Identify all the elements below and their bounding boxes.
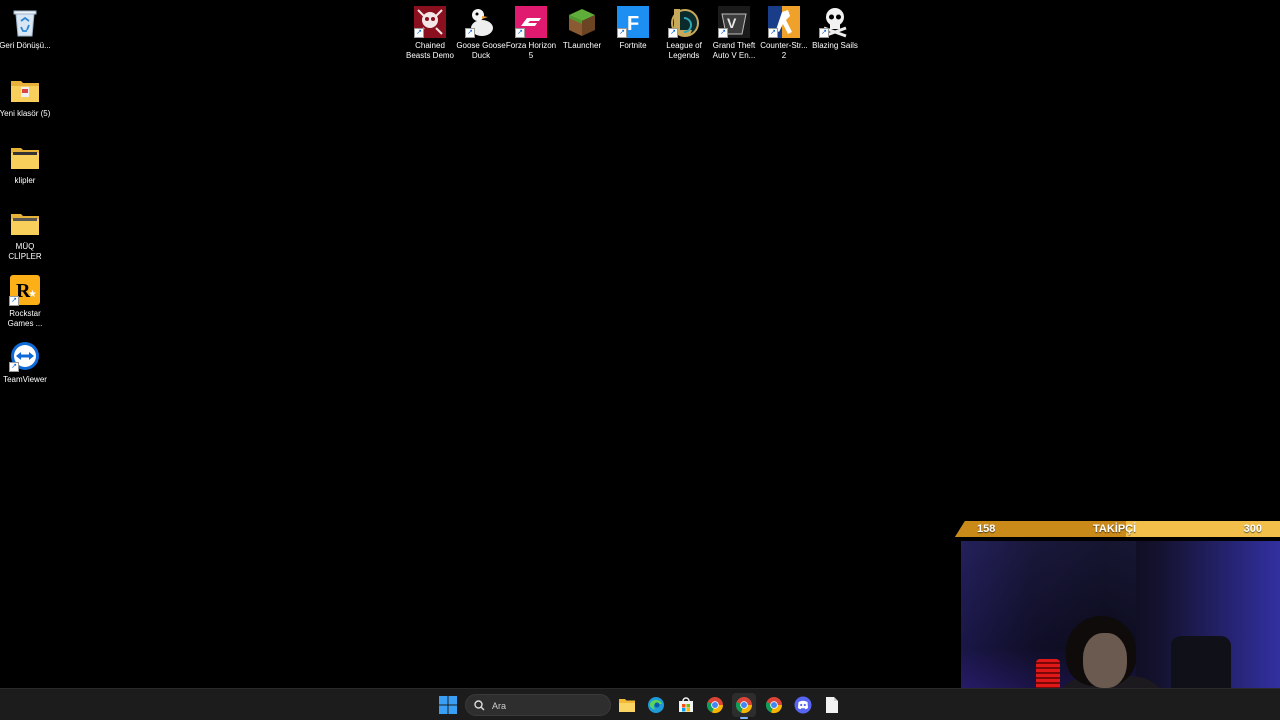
taskbar-chrome[interactable]: [703, 693, 727, 717]
document-icon: [826, 697, 838, 713]
desktop-icon-label: Grand Theft Auto V En...: [712, 41, 756, 60]
desktop-icon-forza-horizon-5[interactable]: ↗ Forza Horizon 5: [506, 6, 556, 61]
desktop-icon-teamviewer[interactable]: ↗ TeamViewer: [0, 340, 50, 385]
taskbar-chrome-2[interactable]: [762, 693, 786, 717]
desktop-icon-tlauncher[interactable]: TLauncher: [557, 6, 607, 51]
desktop-icon-label: klipler: [14, 176, 36, 185]
desktop-icon-folder-muq-clipler[interactable]: MÜQ CLİPLER: [0, 207, 50, 262]
file-explorer-icon: [619, 699, 635, 712]
taskbar-search[interactable]: [465, 694, 611, 716]
desktop-icon-chained-beasts-demo[interactable]: ↗ Chained Beasts Demo: [405, 6, 455, 61]
desktop-icon-label: Counter-Str... 2: [760, 41, 808, 60]
svg-text:F: F: [627, 13, 639, 35]
shortcut-arrow-icon: ↗: [515, 28, 525, 38]
gta-v-icon: V ↗: [718, 6, 750, 38]
edge-browser-icon: [648, 697, 664, 713]
taskbar-discord[interactable]: [791, 693, 815, 717]
skull-crossbones-icon: ↗: [819, 6, 851, 38]
desktop-icon-counter-strike-2[interactable]: ↗ Counter-Str... 2: [759, 6, 809, 61]
rockstar-icon: R ★ ↗: [9, 274, 41, 306]
shortcut-arrow-icon: ↗: [9, 296, 19, 306]
teamviewer-icon: ↗: [9, 340, 41, 372]
webcam-person-face: [1083, 633, 1127, 688]
desktop-icon-label: Fortnite: [619, 41, 647, 50]
desktop-icon-label: Rockstar Games ...: [7, 309, 43, 328]
desktop-icon-label: Blazing Sails: [812, 41, 858, 50]
shortcut-arrow-icon: ↗: [768, 28, 778, 38]
desktop-icon-folder-klipler[interactable]: klipler: [0, 141, 50, 186]
shortcut-arrow-icon: ↗: [465, 28, 475, 38]
taskbar-file-explorer[interactable]: [615, 693, 639, 717]
folder-icon: [9, 207, 41, 239]
taskbar-chrome-active[interactable]: [732, 693, 756, 719]
desktop-icon-label: MÜQ CLİPLER: [8, 242, 42, 261]
follower-current-count: 158: [977, 523, 996, 535]
svg-text:V: V: [727, 15, 737, 31]
desktop-icon-blazing-sails[interactable]: ↗ Blazing Sails: [810, 6, 860, 51]
desktop-icon-rockstar-games[interactable]: R ★ ↗ Rockstar Games ...: [0, 274, 50, 329]
shortcut-arrow-icon: ↗: [617, 28, 627, 38]
taskbar-microsoft-store[interactable]: [674, 693, 698, 717]
shortcut-arrow-icon: ↗: [718, 28, 728, 38]
chrome-icon: [735, 697, 753, 714]
desktop-icon-label: TeamViewer: [3, 375, 47, 384]
microsoft-store-icon: [679, 697, 693, 712]
desktop-icon-label: Goose Goose Duck: [456, 41, 506, 60]
recycle-bin-icon: [9, 6, 41, 38]
search-icon: [474, 700, 485, 711]
folder-icon: [9, 74, 41, 106]
minecraft-grass-block-icon: [566, 6, 598, 38]
desktop-icon-label: Yeni klasör (5): [0, 109, 51, 118]
windows-logo-icon: [439, 696, 457, 714]
folder-icon: [9, 141, 41, 173]
chrome-icon: [706, 697, 724, 714]
desktop-icon-label: TLauncher: [562, 41, 602, 50]
follower-goal-target: 300: [1243, 523, 1262, 535]
goose-icon: ↗: [465, 6, 497, 38]
desktop: Geri Dönüşü... Yeni klasör (5) klipler M…: [0, 0, 1280, 720]
shortcut-arrow-icon: ↗: [819, 28, 829, 38]
shortcut-arrow-icon: ↗: [9, 362, 19, 372]
shortcut-arrow-icon: ↗: [668, 28, 678, 38]
desktop-icon-label: Geri Dönüşü...: [0, 41, 51, 50]
counter-strike-icon: ↗: [768, 6, 800, 38]
svg-text:★: ★: [28, 289, 37, 300]
desktop-icon-label: League of Legends: [666, 41, 702, 60]
taskbar: [0, 688, 1280, 720]
taskbar-edge[interactable]: [644, 693, 668, 717]
league-of-legends-icon: ↗: [668, 6, 700, 38]
desktop-icon-fortnite[interactable]: F ↗ Fortnite: [608, 6, 658, 51]
desktop-icon-label: Chained Beasts Demo: [405, 41, 455, 60]
follower-goal-title: TAKİPÇİ: [1093, 523, 1137, 535]
discord-icon: [794, 696, 812, 714]
fortnite-icon: F ↗: [617, 6, 649, 38]
search-input[interactable]: [490, 698, 604, 714]
start-button[interactable]: [436, 693, 460, 717]
desktop-icon-goose-goose-duck[interactable]: ↗ Goose Goose Duck: [456, 6, 506, 61]
desktop-icon-recycle-bin[interactable]: Geri Dönüşü...: [0, 6, 51, 51]
forza-icon: ↗: [515, 6, 547, 38]
chrome-icon: [765, 697, 783, 714]
chained-beasts-icon: ↗: [414, 6, 446, 38]
shortcut-arrow-icon: ↗: [414, 28, 424, 38]
desktop-icon-league-of-legends[interactable]: ↗ League of Legends: [659, 6, 709, 61]
follower-goal-bar: 158 TAKİPÇİ 300: [955, 521, 1280, 537]
desktop-icon-grand-theft-auto-v[interactable]: V ↗ Grand Theft Auto V En...: [709, 6, 759, 61]
taskbar-notepad[interactable]: [820, 693, 844, 717]
desktop-icon-folder-yeni-klasor[interactable]: Yeni klasör (5): [0, 74, 50, 119]
desktop-icon-label: Forza Horizon 5: [505, 41, 557, 60]
